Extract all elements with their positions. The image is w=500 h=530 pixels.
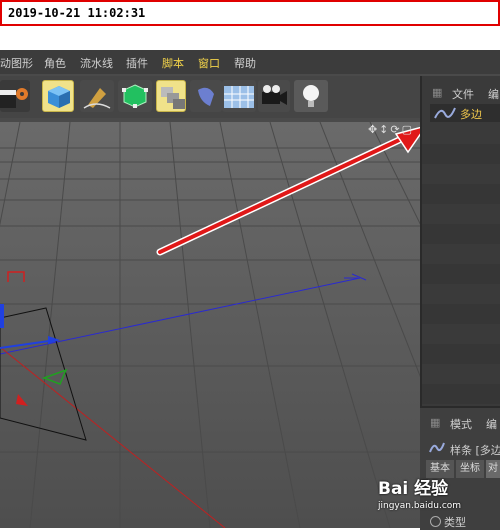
main-toolbar xyxy=(0,76,420,118)
subdivision-cube-icon xyxy=(122,84,148,108)
spline-icon xyxy=(429,442,445,453)
clapper-gear-tool[interactable] xyxy=(0,80,30,112)
object-name: 多边 xyxy=(460,108,482,121)
viewport-nav-icons[interactable]: ✥↕⟳▢ xyxy=(368,123,414,136)
bend-deformer-icon xyxy=(198,87,214,106)
cinema4d-window: 动图形 角色 流水线 插件 脚本 窗口 帮助 ✥↕⟳▢ ▦ 文件 编 多边 ▦ … xyxy=(0,50,500,530)
watermark-url: jingyan.baidu.com xyxy=(378,501,462,511)
tab-file[interactable]: 文件 xyxy=(452,86,474,102)
subdivision-tool[interactable] xyxy=(118,80,152,112)
cube-icon xyxy=(48,86,70,108)
viewport-scene xyxy=(0,122,420,528)
pen-tool[interactable] xyxy=(80,80,114,112)
camera-tool[interactable] xyxy=(258,80,290,112)
menu-mograph[interactable]: 动图形 xyxy=(0,55,33,71)
watermark: Bai 经验 jingyan.baidu.com xyxy=(378,474,461,511)
light-tool[interactable] xyxy=(294,80,328,112)
panel-grip-icon: ▦ xyxy=(430,416,441,429)
menu-script[interactable]: 脚本 xyxy=(162,55,184,71)
type-radio[interactable] xyxy=(430,516,441,527)
pen-icon xyxy=(83,88,111,109)
tab-edit[interactable]: 编 xyxy=(486,416,497,432)
array-icon xyxy=(161,87,185,109)
panel-grip-icon: ▦ xyxy=(432,86,443,99)
cube-tool[interactable] xyxy=(42,80,74,112)
timestamp-box: 2019-10-21 11:02:31 xyxy=(0,0,500,26)
menu-character[interactable]: 角色 xyxy=(44,55,66,71)
deformer-tool[interactable] xyxy=(190,80,222,112)
floor-grid-icon xyxy=(224,86,254,108)
menu-pipeline[interactable]: 流水线 xyxy=(80,55,113,71)
tab-mode[interactable]: 模式 xyxy=(450,416,472,432)
environment-tool[interactable] xyxy=(222,80,256,112)
watermark-brand: Bai 经验 xyxy=(378,479,449,499)
camera-icon xyxy=(262,85,287,105)
tab-object[interactable]: 对 xyxy=(486,460,500,478)
array-tool[interactable] xyxy=(156,80,186,112)
timestamp-text: 2019-10-21 11:02:31 xyxy=(8,6,146,20)
light-bulb-icon xyxy=(303,85,319,107)
menu-window[interactable]: 窗口 xyxy=(198,55,220,71)
spline-icon xyxy=(434,107,456,119)
perspective-viewport[interactable]: ✥↕⟳▢ xyxy=(0,122,420,528)
menu-help[interactable]: 帮助 xyxy=(234,55,256,71)
menu-bar: 动图形 角色 流水线 插件 脚本 窗口 帮助 xyxy=(0,50,500,74)
clapper-gear-icon xyxy=(0,88,28,108)
object-row-polygon[interactable]: 多边 xyxy=(430,104,500,122)
object-type-label: 样条 [多边 xyxy=(450,444,500,457)
tab-edit[interactable]: 编 xyxy=(488,86,499,102)
attribute-manager-panel: ▦ 模式 编 样条 [多边 基本 坐标 对 类型 xyxy=(420,406,500,530)
object-list-area xyxy=(422,124,500,428)
menu-plugins[interactable]: 插件 xyxy=(126,55,148,71)
